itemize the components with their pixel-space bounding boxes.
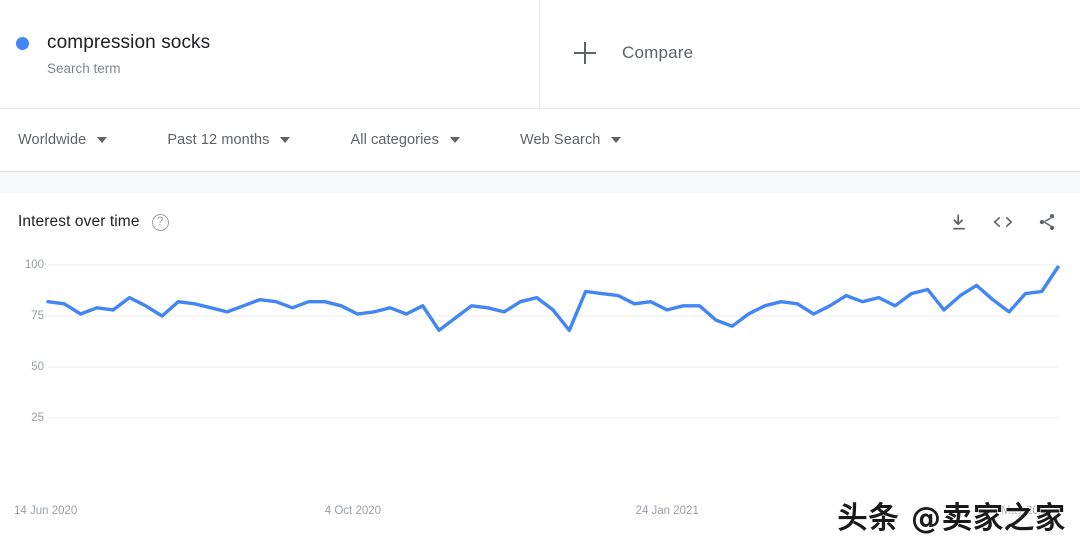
search-term-panel[interactable]: compression socks Search term: [0, 0, 540, 108]
compare-panel: Compare: [540, 0, 1080, 108]
filter-category-label: All categories: [350, 132, 439, 148]
help-circle-icon[interactable]: ?: [151, 213, 169, 231]
page-title: Interest over time: [18, 213, 140, 230]
embed-code-icon[interactable]: [992, 211, 1014, 233]
share-icon[interactable]: [1036, 211, 1058, 233]
search-term-title: compression socks: [47, 32, 211, 53]
x-axis-tick: 14 Jun 2020: [14, 505, 78, 517]
chevron-down-icon: [280, 137, 291, 143]
search-term-bar: compression socks Search term Compare: [0, 0, 1080, 109]
filter-location[interactable]: Worldwide: [18, 132, 108, 148]
add-compare-button[interactable]: Compare: [574, 42, 693, 64]
chart-x-axis: 14 Jun 2020 4 Oct 2020 24 Jan 2021 16 May 2…: [0, 485, 1080, 517]
x-axis-tick: 16 May 2021: [985, 505, 1052, 517]
chevron-down-icon: [97, 137, 108, 143]
card-actions: [948, 211, 1058, 233]
y-axis-tick: 75: [31, 310, 44, 322]
x-axis-tick: 4 Oct 2020: [324, 505, 382, 517]
chart-data-line: [46, 265, 1060, 333]
filter-bar: Worldwide Past 12 months All categories …: [0, 109, 1080, 172]
search-term-subtitle: Search term: [47, 61, 121, 76]
y-axis-tick: 100: [24, 259, 44, 271]
series-color-dot: [16, 37, 29, 50]
filter-time-range-label: Past 12 months: [167, 132, 270, 148]
filter-category[interactable]: All categories: [350, 132, 460, 148]
card-header: Interest over time ?: [0, 193, 1080, 251]
filter-time-range[interactable]: Past 12 months: [167, 132, 291, 148]
y-axis-tick: 50: [31, 361, 44, 373]
compare-label: Compare: [622, 43, 694, 62]
download-icon[interactable]: [948, 211, 970, 233]
chart-plot-area: 100 75 50 25: [0, 251, 1062, 481]
y-axis-tick: 25: [31, 412, 44, 424]
x-axis-tick: 24 Jan 2021: [635, 505, 699, 517]
filter-location-label: Worldwide: [18, 132, 87, 148]
chevron-down-icon: [611, 137, 622, 143]
plus-icon: [574, 42, 596, 64]
interest-over-time-card: Interest over time ? 100 75 50 25 14 Jun…: [0, 193, 1080, 539]
filter-search-type[interactable]: Web Search: [520, 132, 622, 148]
filter-search-type-label: Web Search: [519, 132, 601, 148]
section-divider: [0, 172, 1080, 193]
trends-line-chart: [46, 264, 1060, 419]
chart-gridlines: [48, 264, 1058, 419]
chevron-down-icon: [449, 137, 460, 143]
